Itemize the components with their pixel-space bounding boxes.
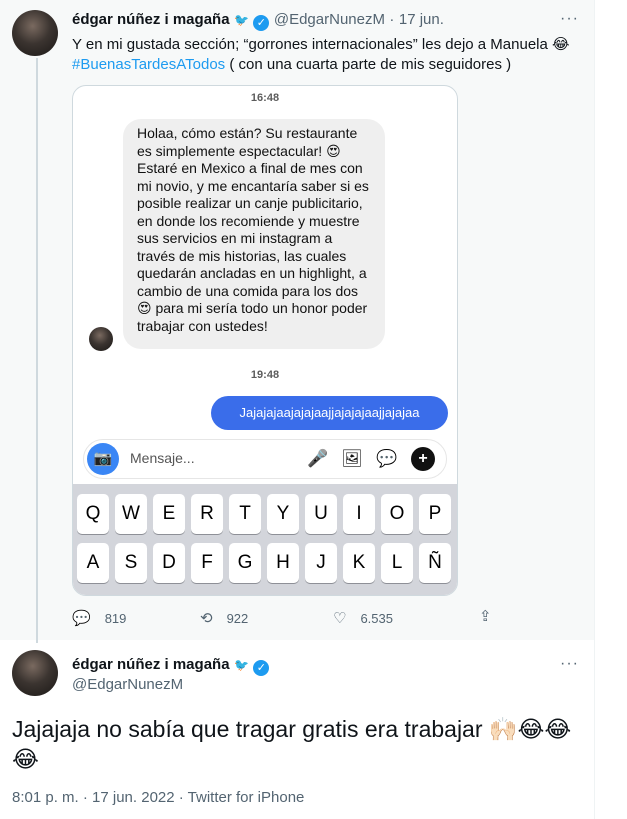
message-input [130,450,280,466]
key: L [381,543,413,583]
message-composer: 📷 🎤 🖼 💬 + [83,439,447,479]
key: G [229,543,261,583]
tweet-text: Y en mi gustada sección; “gorrones inter… [72,35,587,75]
separator-dot: · [389,11,395,28]
like-count: 6.535 [360,611,393,626]
like-button[interactable]: ♡ 6.535 [333,609,393,627]
avatar[interactable] [12,10,58,56]
retweet-count: 922 [226,611,249,626]
reply-count: 819 [104,611,127,626]
plus-icon: + [411,447,435,471]
bird-icon: 🐦 [234,658,249,672]
reply-button[interactable]: 💬 819 [72,609,126,627]
share-icon: ⇪ [479,608,492,625]
key: A [77,543,109,583]
key: P [419,494,451,534]
key: I [343,494,375,534]
tweet-text-line: Y en mi gustada sección; “gorrones inter… [72,36,570,53]
key: E [153,494,185,534]
virtual-keyboard: Q W E R T Y U I O P A S D F G H J K L Ñ [73,484,457,595]
author-handle[interactable]: @EdgarNunezM [72,676,183,693]
key: O [381,494,413,534]
author-row: édgar núñez i magaña 🐦 ✓ [72,656,270,676]
message-timestamp-2: 19:48 [250,369,280,381]
retweet-icon: ⟲ [200,610,213,627]
key: K [343,543,375,583]
more-options-icon[interactable]: ··· [560,10,579,28]
camera-icon: 📷 [87,443,119,475]
incoming-message-text: Holaa, cómo están? Su restaurante es sim… [137,125,369,334]
key: U [305,494,337,534]
column-divider [594,0,595,819]
sender-avatar [89,327,113,351]
tweet-text-tail: ( con una cuarta parte de mis seguidores… [225,56,512,73]
verified-badge-icon: ✓ [253,15,270,31]
key: Ñ [419,543,451,583]
key: Y [267,494,299,534]
thread-line [36,58,38,643]
key: W [115,494,147,534]
author-name[interactable]: édgar núñez i magaña [72,656,230,673]
verified-badge-icon: ✓ [253,660,270,676]
key: R [191,494,223,534]
author-name[interactable]: édgar núñez i magaña [72,11,230,28]
gallery-icon: 🖼 [341,449,363,468]
main-tweet: édgar núñez i magaña 🐦 ✓ @EdgarNunezM ··… [0,640,594,819]
tweet-header: édgar núñez i magaña 🐦 ✓ @EdgarNunezM · … [72,11,444,31]
sticker-icon: 💬 [376,449,398,468]
tweet-date[interactable]: 17 jun. [399,11,444,28]
key: F [191,543,223,583]
key: D [153,543,185,583]
message-timestamp: 16:48 [250,92,280,104]
key: T [229,494,261,534]
incoming-message-bubble: Holaa, cómo están? Su restaurante es sim… [123,119,385,349]
key: S [115,543,147,583]
tweet-text-line2: #BuenasTardesATodos ( con una cuarta par… [72,55,587,75]
key: J [305,543,337,583]
reply-context-tweet[interactable]: édgar núñez i magaña 🐦 ✓ @EdgarNunezM · … [0,0,594,643]
outgoing-message-bubble: Jajajajaajajajaajjajajajaajjajajaa [211,396,448,430]
tweet-timestamp[interactable]: 8:01 p. m. · 17 jun. 2022 · Twitter for … [12,789,304,806]
retweet-button[interactable]: ⟲ 922 [200,609,248,627]
tweet-text: Jajajaja no sabía que tragar gratis era … [12,716,572,772]
key: Q [77,494,109,534]
bird-icon: 🐦 [234,13,249,27]
heart-icon: ♡ [333,610,347,627]
hashtag-link[interactable]: #BuenasTardesATodos [72,56,225,73]
avatar[interactable] [12,650,58,696]
author-handle[interactable]: @EdgarNunezM [274,11,385,28]
share-button[interactable]: ⇪ [479,607,506,625]
reply-icon: 💬 [72,610,91,627]
more-options-icon[interactable]: ··· [560,655,579,673]
key: H [267,543,299,583]
attached-image[interactable]: 16:48 Holaa, cómo están? Su restaurante … [72,85,458,596]
microphone-icon: 🎤 [307,449,329,468]
